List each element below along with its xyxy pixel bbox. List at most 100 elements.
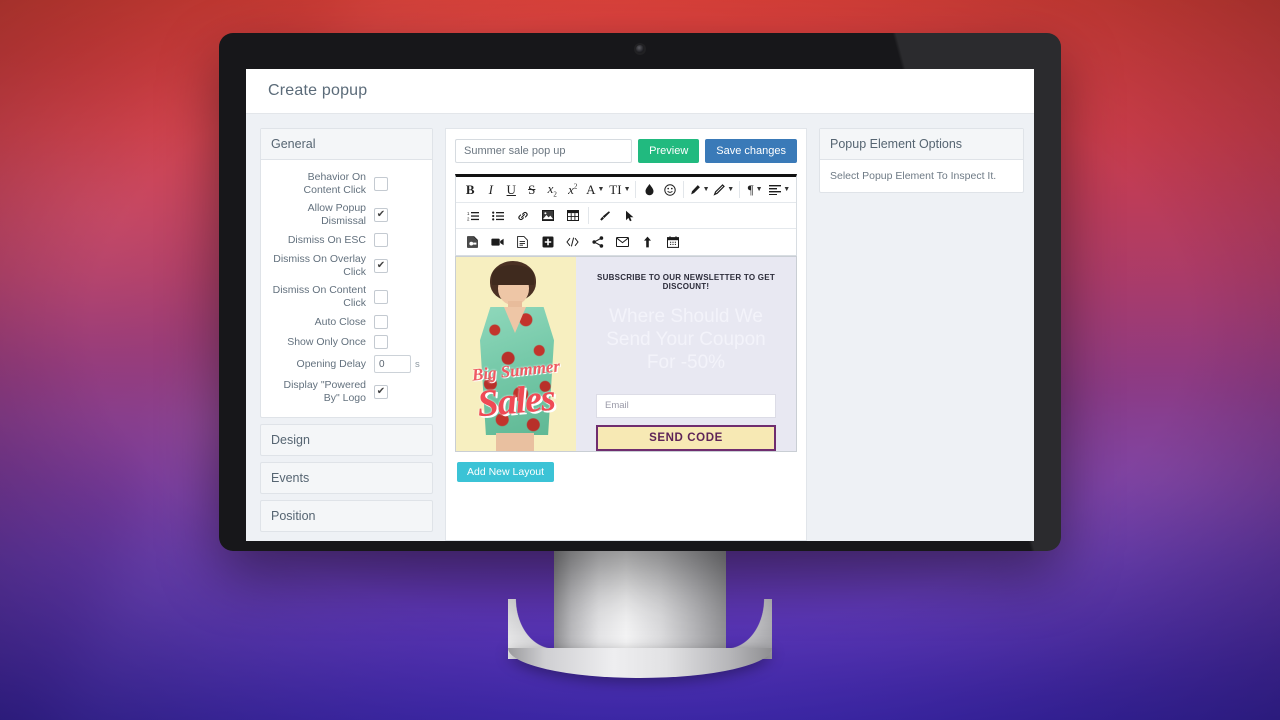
option-control: [374, 176, 422, 191]
toolbar-glyph: A: [586, 181, 596, 197]
option-label: Dismiss On Overlay Click: [273, 253, 366, 278]
checkbox-dismiss-on-esc[interactable]: [374, 233, 388, 247]
strikethrough-icon[interactable]: S: [522, 178, 543, 202]
email-icon[interactable]: [610, 230, 635, 254]
popup-form-panel[interactable]: SUBSCRIBE TO OUR NEWSLETTER TO GET DISCO…: [576, 257, 796, 451]
option-control: ✔: [374, 207, 422, 222]
option-label: Show Only Once: [287, 335, 366, 348]
toolbar-glyph: I: [488, 181, 493, 197]
option-row: Dismiss On Content Click: [261, 281, 432, 312]
accordion-item-design[interactable]: Design: [260, 424, 433, 456]
option-row: Dismiss On ESC: [261, 230, 432, 250]
rich-text-editor: B I U Sx2 x2 A ▼ TI ▼ ▼ ▼ ¶ ▼ ▼ 12: [455, 174, 797, 256]
checkbox-show-only-once[interactable]: [374, 335, 388, 349]
chevron-down-icon: ▼: [755, 186, 763, 193]
popup-image-panel[interactable]: Big Summer Sales: [456, 257, 576, 451]
editor-title-row: Preview Save changes: [455, 139, 797, 163]
settings-accordion: Design Events Position: [260, 424, 433, 532]
subscript-icon[interactable]: x2: [542, 178, 563, 202]
accordion-item-events[interactable]: Events: [260, 462, 433, 494]
toolbar-separator: [635, 181, 636, 198]
editor-toolbar-row-2: 12: [456, 203, 796, 229]
underline-icon[interactable]: U: [501, 178, 522, 202]
accordion-item-position[interactable]: Position: [260, 500, 433, 532]
popup-layout-preview[interactable]: Big Summer Sales SUBSCRIBE TO OUR NEWSLE…: [455, 256, 797, 452]
share-icon[interactable]: [585, 230, 610, 254]
highlight-icon[interactable]: ▼: [687, 178, 712, 202]
popup-element-options-body: Select Popup Element To Inspect It.: [830, 170, 997, 182]
toolbar-separator: [739, 181, 740, 198]
chevron-down-icon: ▼: [702, 186, 710, 193]
background-stage: Create popup General Behavior On Content…: [0, 0, 1280, 720]
calendar-icon[interactable]: [660, 230, 685, 254]
toolbar-glyph: S: [528, 181, 536, 197]
link-icon[interactable]: [510, 204, 535, 228]
option-control: ✔: [374, 258, 422, 273]
align-icon[interactable]: ▼: [767, 178, 792, 202]
toolbar-glyph: U: [506, 181, 516, 197]
checkbox-auto-close[interactable]: [374, 315, 388, 329]
ordered-list-icon[interactable]: 12: [460, 204, 485, 228]
popup-send-code-button[interactable]: SEND CODE: [596, 424, 776, 451]
preview-button[interactable]: Preview: [638, 139, 700, 163]
option-row: Show Only Once: [261, 332, 432, 352]
add-new-layout-button[interactable]: Add New Layout: [457, 462, 555, 482]
checkbox-behavior-on-content-click[interactable]: [374, 176, 388, 191]
inspector-column: Popup Element Options Select Popup Eleme…: [819, 128, 1024, 541]
general-panel: General Behavior On Content Click Allow P…: [260, 128, 433, 418]
eraser-format-icon[interactable]: ▼: [711, 178, 736, 202]
option-label: Behavior On Content Click: [303, 171, 366, 196]
option-label: Allow Popup Dismissal: [307, 202, 366, 227]
video-icon[interactable]: [485, 230, 510, 254]
general-panel-header: General: [261, 129, 432, 160]
toolbar-separator: [588, 207, 589, 224]
editor-toolbar-row-1: B I U Sx2 x2 A ▼ TI ▼ ▼ ▼ ¶ ▼ ▼: [456, 177, 796, 203]
bold-icon[interactable]: B: [460, 178, 481, 202]
checkbox-display-powered-by-logo[interactable]: ✔: [374, 384, 388, 399]
checkbox-dismiss-on-overlay-click[interactable]: ✔: [374, 258, 388, 273]
option-control: [374, 233, 422, 247]
superscript-icon[interactable]: x2: [563, 178, 584, 202]
checkbox-dismiss-on-content-click[interactable]: [374, 289, 388, 304]
option-label: Dismiss On ESC: [287, 233, 366, 246]
webcam-icon: [636, 45, 644, 53]
save-changes-button[interactable]: Save changes: [705, 139, 797, 163]
text-color-icon[interactable]: [639, 178, 660, 202]
monitor-frame: Create popup General Behavior On Content…: [219, 33, 1061, 551]
toolbar-glyph: B: [465, 181, 475, 197]
option-control: [374, 335, 422, 349]
popup-name-input[interactable]: [455, 139, 633, 163]
table-icon[interactable]: [560, 204, 585, 228]
toolbar-separator: [683, 181, 684, 198]
italic-icon[interactable]: I: [481, 178, 502, 202]
general-options-list: Behavior On Content Click Allow Popup Dis…: [261, 160, 432, 417]
font-size-icon[interactable]: TI ▼: [608, 178, 633, 202]
svg-text:2: 2: [467, 216, 470, 220]
unordered-list-icon[interactable]: [485, 204, 510, 228]
font-family-icon[interactable]: A ▼: [583, 178, 608, 202]
popup-subheading: SUBSCRIBE TO OUR NEWSLETTER TO GET DISCO…: [597, 273, 775, 291]
emoticon-icon[interactable]: [660, 178, 681, 202]
option-control: ✔: [374, 384, 422, 399]
popup-email-input[interactable]: Email: [596, 394, 776, 418]
option-row: Auto Close: [261, 312, 432, 332]
brush-icon[interactable]: [592, 204, 617, 228]
add-block-icon[interactable]: [535, 230, 560, 254]
page-title: Create popup: [268, 82, 368, 99]
option-row: Dismiss On Overlay Click ✔: [261, 250, 432, 281]
checkbox-allow-popup-dismissal[interactable]: ✔: [374, 207, 388, 222]
option-label: Auto Close: [314, 315, 366, 328]
source-code-icon[interactable]: [560, 230, 585, 254]
toolbar-glyph: TI: [609, 181, 622, 197]
upload-icon[interactable]: [635, 230, 660, 254]
document-icon[interactable]: [510, 230, 535, 254]
option-row: Allow Popup Dismissal ✔: [261, 199, 432, 230]
option-label: Opening Delay: [296, 357, 366, 370]
image-icon[interactable]: [535, 204, 560, 228]
popup-heading: Where Should We Send Your Coupon For -50…: [606, 306, 766, 373]
opening-delay-input[interactable]: [374, 355, 411, 373]
option-control: [374, 315, 422, 329]
file-icon[interactable]: [460, 230, 485, 254]
cursor-select-icon[interactable]: [617, 204, 642, 228]
paragraph-style-icon[interactable]: ¶ ▼: [743, 178, 768, 202]
